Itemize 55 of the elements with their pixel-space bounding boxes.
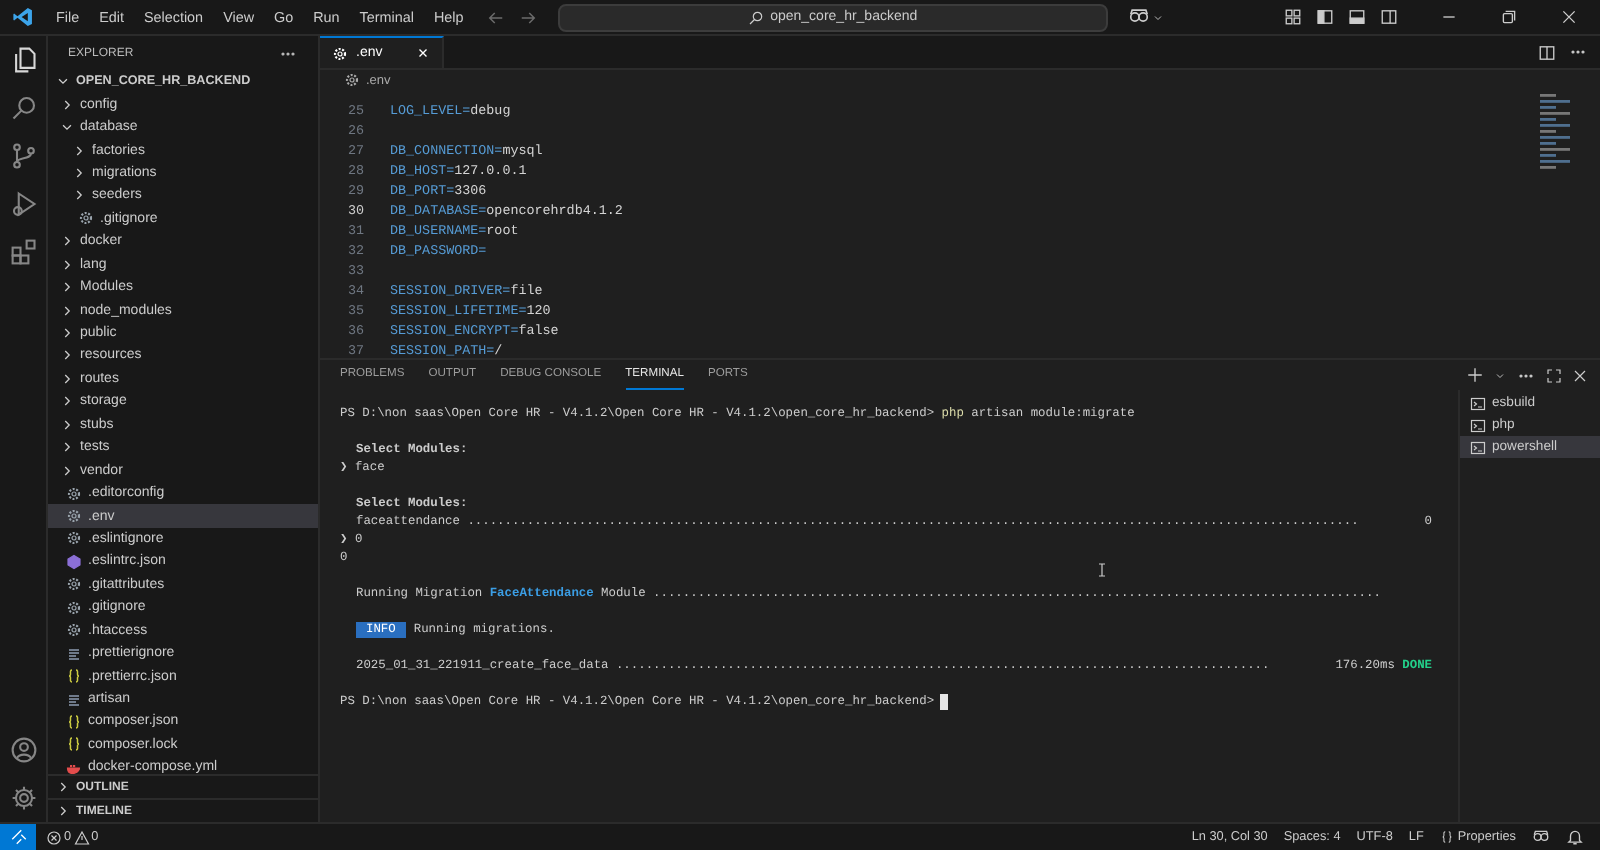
braces-icon xyxy=(66,668,82,685)
panel-toggle-icon[interactable] xyxy=(1348,8,1366,26)
chevron-icon[interactable] xyxy=(60,440,74,455)
back-icon[interactable] xyxy=(485,7,506,27)
braces-icon xyxy=(1439,830,1454,844)
restore-icon[interactable] xyxy=(1500,8,1518,26)
remote-button[interactable] xyxy=(0,824,36,850)
close-icon[interactable] xyxy=(1560,8,1578,26)
app-logo-icon xyxy=(12,6,34,28)
warning-icon xyxy=(73,829,90,845)
lines-icon xyxy=(66,645,82,662)
braces-icon xyxy=(66,713,82,730)
chevron-icon[interactable] xyxy=(60,326,74,341)
chevron-icon[interactable] xyxy=(60,394,74,409)
hexagon-icon xyxy=(66,553,82,570)
chevron-icon[interactable] xyxy=(60,257,74,272)
chevron-icon[interactable] xyxy=(72,143,86,158)
sidebar-toggle-icon[interactable] xyxy=(1316,8,1334,26)
goggles-icon[interactable] xyxy=(1128,6,1150,28)
chevron-icon[interactable] xyxy=(60,371,74,386)
split-editor-icon[interactable] xyxy=(1538,43,1556,61)
chevron-icon[interactable] xyxy=(72,165,86,180)
goggles-icon[interactable] xyxy=(1532,828,1550,846)
chevron-icon[interactable] xyxy=(60,97,74,112)
error-icon xyxy=(46,829,62,845)
gear-icon xyxy=(78,210,94,227)
chevron-icon[interactable] xyxy=(72,188,86,203)
chevron-icon[interactable] xyxy=(56,804,70,818)
remote-icon xyxy=(9,828,27,846)
lines-icon xyxy=(66,691,82,708)
braces-icon xyxy=(66,736,82,753)
chevron-icon[interactable] xyxy=(60,463,74,478)
chevron-icon[interactable] xyxy=(60,348,74,363)
chevron-icon[interactable] xyxy=(56,780,70,794)
forward-icon[interactable] xyxy=(517,7,538,27)
bell-icon[interactable] xyxy=(1566,828,1584,846)
terminal-icon xyxy=(1470,439,1486,455)
caret-icon[interactable] xyxy=(1152,11,1164,23)
whale-icon xyxy=(66,759,82,774)
chevron-icon[interactable] xyxy=(60,234,74,249)
chevron-icon[interactable] xyxy=(60,303,74,318)
plus-icon[interactable] xyxy=(1466,366,1484,384)
terminal-icon xyxy=(1470,417,1486,433)
close-icon[interactable] xyxy=(1572,367,1588,383)
maximize-icon[interactable] xyxy=(1546,367,1562,383)
layout-icon[interactable] xyxy=(1284,8,1302,26)
chevron-icon[interactable] xyxy=(60,280,74,295)
ibeam-cursor-icon xyxy=(1094,560,1110,580)
chevron-icon[interactable] xyxy=(60,417,74,432)
secondary-sidebar-icon[interactable] xyxy=(1380,8,1398,26)
search-icon xyxy=(748,9,765,25)
terminal-icon xyxy=(1470,395,1486,411)
caret-icon[interactable] xyxy=(1494,369,1506,381)
chevron-icon[interactable] xyxy=(60,120,74,135)
chevron-icon[interactable] xyxy=(56,74,70,89)
